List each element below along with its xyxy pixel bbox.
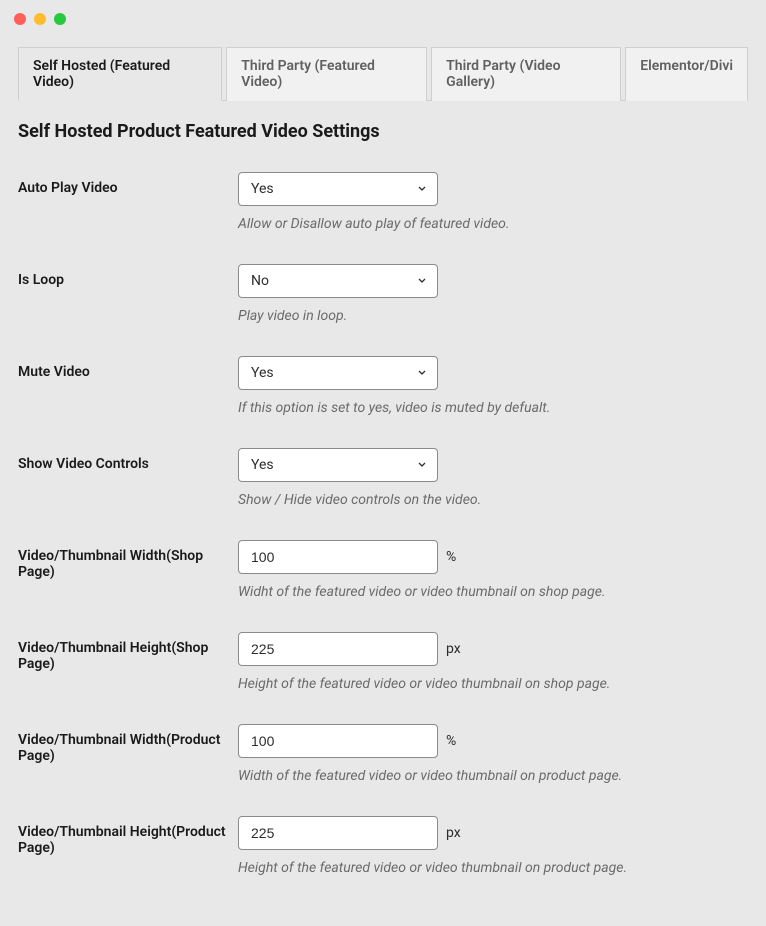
select-mute[interactable]: Yes	[238, 356, 438, 390]
select-autoplay[interactable]: Yes	[238, 172, 438, 206]
control-height-product: px Height of the featured video or video…	[238, 816, 748, 876]
select-loop-value: No	[238, 264, 438, 298]
tab-third-party-featured[interactable]: Third Party (Featured Video)	[226, 47, 427, 101]
helper-width-shop: Widht of the featured video or video thu…	[238, 584, 748, 600]
unit-width-shop: %	[446, 549, 456, 565]
select-controls-value: Yes	[238, 448, 438, 482]
control-loop: No Play video in loop.	[238, 264, 748, 324]
helper-autoplay: Allow or Disallow auto play of featured …	[238, 216, 748, 232]
select-mute-value: Yes	[238, 356, 438, 390]
label-width-shop: Video/Thumbnail Width(Shop Page)	[18, 540, 238, 580]
row-autoplay: Auto Play Video Yes Allow or Disallow au…	[18, 172, 748, 232]
label-mute: Mute Video	[18, 356, 238, 380]
window-titlebar	[0, 0, 766, 38]
helper-controls: Show / Hide video controls on the video.	[238, 492, 748, 508]
unit-height-product: px	[446, 825, 461, 841]
input-height-product[interactable]	[238, 816, 438, 850]
row-mute: Mute Video Yes If this option is set to …	[18, 356, 748, 416]
control-autoplay: Yes Allow or Disallow auto play of featu…	[238, 172, 748, 232]
select-controls[interactable]: Yes	[238, 448, 438, 482]
minimize-icon[interactable]	[34, 13, 46, 25]
row-height-shop: Video/Thumbnail Height(Shop Page) px Hei…	[18, 632, 748, 692]
control-width-shop: % Widht of the featured video or video t…	[238, 540, 748, 600]
row-loop: Is Loop No Play video in loop.	[18, 264, 748, 324]
row-width-product: Video/Thumbnail Width(Product Page) % Wi…	[18, 724, 748, 784]
tab-self-hosted-featured[interactable]: Self Hosted (Featured Video)	[18, 47, 222, 101]
row-width-shop: Video/Thumbnail Width(Shop Page) % Widht…	[18, 540, 748, 600]
maximize-icon[interactable]	[54, 13, 66, 25]
helper-height-shop: Height of the featured video or video th…	[238, 676, 748, 692]
unit-height-shop: px	[446, 641, 461, 657]
select-loop[interactable]: No	[238, 264, 438, 298]
label-controls: Show Video Controls	[18, 448, 238, 472]
tabs-bar: Self Hosted (Featured Video) Third Party…	[18, 46, 748, 101]
select-autoplay-value: Yes	[238, 172, 438, 206]
helper-width-product: Width of the featured video or video thu…	[238, 768, 748, 784]
row-controls: Show Video Controls Yes Show / Hide vide…	[18, 448, 748, 508]
section-title: Self Hosted Product Featured Video Setti…	[18, 121, 748, 142]
input-width-product[interactable]	[238, 724, 438, 758]
control-height-shop: px Height of the featured video or video…	[238, 632, 748, 692]
label-width-product: Video/Thumbnail Width(Product Page)	[18, 724, 238, 764]
helper-loop: Play video in loop.	[238, 308, 748, 324]
label-height-product: Video/Thumbnail Height(Product Page)	[18, 816, 238, 856]
input-width-shop[interactable]	[238, 540, 438, 574]
helper-height-product: Height of the featured video or video th…	[238, 860, 748, 876]
unit-width-product: %	[446, 733, 456, 749]
control-controls: Yes Show / Hide video controls on the vi…	[238, 448, 748, 508]
label-height-shop: Video/Thumbnail Height(Shop Page)	[18, 632, 238, 672]
control-width-product: % Width of the featured video or video t…	[238, 724, 748, 784]
helper-mute: If this option is set to yes, video is m…	[238, 400, 748, 416]
settings-content: Self Hosted (Featured Video) Third Party…	[0, 38, 766, 926]
label-loop: Is Loop	[18, 264, 238, 288]
row-height-product: Video/Thumbnail Height(Product Page) px …	[18, 816, 748, 876]
label-autoplay: Auto Play Video	[18, 172, 238, 196]
settings-window: Self Hosted (Featured Video) Third Party…	[0, 0, 766, 811]
close-icon[interactable]	[14, 13, 26, 25]
tab-third-party-gallery[interactable]: Third Party (Video Gallery)	[431, 47, 621, 101]
input-height-shop[interactable]	[238, 632, 438, 666]
tab-elementor-divi[interactable]: Elementor/Divi	[625, 47, 748, 101]
control-mute: Yes If this option is set to yes, video …	[238, 356, 748, 416]
